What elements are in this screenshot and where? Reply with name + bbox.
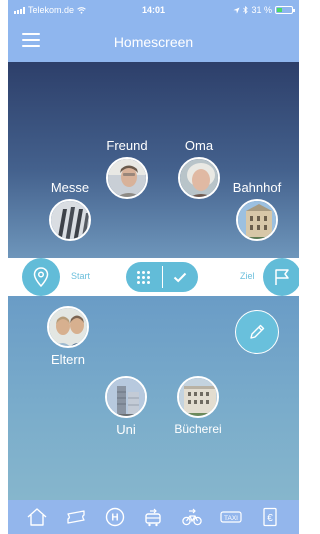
tab-taxi[interactable]: TAXI <box>218 504 244 530</box>
flag-icon <box>275 269 289 285</box>
page-title: Homescreen <box>113 34 194 50</box>
contact-avatar-eltern <box>47 306 89 348</box>
contact-eltern[interactable]: Eltern <box>35 306 101 367</box>
contact-label: Messe <box>50 180 90 195</box>
start-button[interactable] <box>22 258 60 296</box>
home-icon <box>27 508 47 526</box>
contact-oma[interactable]: Oma <box>166 138 232 199</box>
toggle-check-segment[interactable] <box>163 262 199 292</box>
contact-uni[interactable]: Uni <box>93 376 159 437</box>
contact-label: Bücherei <box>174 422 222 436</box>
toggle-grid-segment[interactable] <box>126 262 162 292</box>
location-icon <box>233 6 241 14</box>
tab-bus-stop[interactable]: H <box>102 504 128 530</box>
tab-ticket[interactable] <box>63 504 89 530</box>
contact-avatar-bahnhof <box>236 199 278 241</box>
contact-label: Freund <box>106 138 148 153</box>
bus-stop-h-text: H <box>111 513 118 524</box>
edit-button[interactable] <box>235 310 279 354</box>
contact-label: Eltern <box>51 352 85 367</box>
battery-icon <box>275 6 295 14</box>
contact-label: Oma <box>184 138 214 153</box>
contact-avatar-freund <box>106 157 148 199</box>
status-bar: Telekom.de 14:01 31 % <box>8 0 299 20</box>
tab-bike[interactable] <box>179 504 205 530</box>
contact-messe[interactable]: Messe <box>37 180 103 241</box>
contact-bahnhof[interactable]: Bahnhof <box>224 180 290 241</box>
euro-icon: € <box>262 507 277 527</box>
ziel-label: Ziel <box>240 271 255 281</box>
status-left: Telekom.de <box>14 5 86 15</box>
ziel-button[interactable] <box>263 258 299 296</box>
tab-home[interactable] <box>24 504 50 530</box>
taxi-icon: TAXI <box>220 511 242 523</box>
contact-buecherei[interactable]: Bücherei <box>165 376 231 436</box>
location-pin-icon <box>33 267 49 287</box>
contact-avatar-oma <box>178 157 220 199</box>
phone-screen: Telekom.de 14:01 31 % Homescreen Freund … <box>8 0 299 534</box>
mode-toggle[interactable] <box>126 262 198 292</box>
pencil-icon <box>250 324 265 339</box>
nav-bar: Homescreen <box>8 20 299 62</box>
signal-icon <box>14 6 25 14</box>
contact-avatar-uni <box>105 376 147 418</box>
checkmark-icon <box>174 272 187 282</box>
tab-train[interactable] <box>140 504 166 530</box>
ticket-icon <box>67 510 85 524</box>
bottom-tab-bar: H TAXI € <box>8 500 299 534</box>
route-bar: Start Ziel <box>8 258 299 296</box>
bike-icon <box>182 508 202 526</box>
euro-text: € <box>267 513 273 524</box>
bus-stop-h-icon: H <box>105 507 124 527</box>
bluetooth-icon <box>243 6 249 14</box>
wifi-icon <box>77 6 86 14</box>
tab-payment[interactable]: € <box>257 504 283 530</box>
train-icon <box>145 508 162 527</box>
carrier-name: Telekom.de <box>28 5 75 15</box>
grid-dots-icon <box>137 270 151 284</box>
taxi-text: TAXI <box>224 515 238 522</box>
start-label: Start <box>71 271 91 281</box>
contact-avatar-messe <box>49 199 91 241</box>
battery-percent: 31 % <box>251 5 272 15</box>
status-right: 31 % <box>233 5 295 15</box>
contact-freund[interactable]: Freund <box>94 138 160 199</box>
contact-label: Bahnhof <box>232 180 282 195</box>
contact-label: Uni <box>116 422 136 437</box>
contact-avatar-buecherei <box>177 376 219 418</box>
